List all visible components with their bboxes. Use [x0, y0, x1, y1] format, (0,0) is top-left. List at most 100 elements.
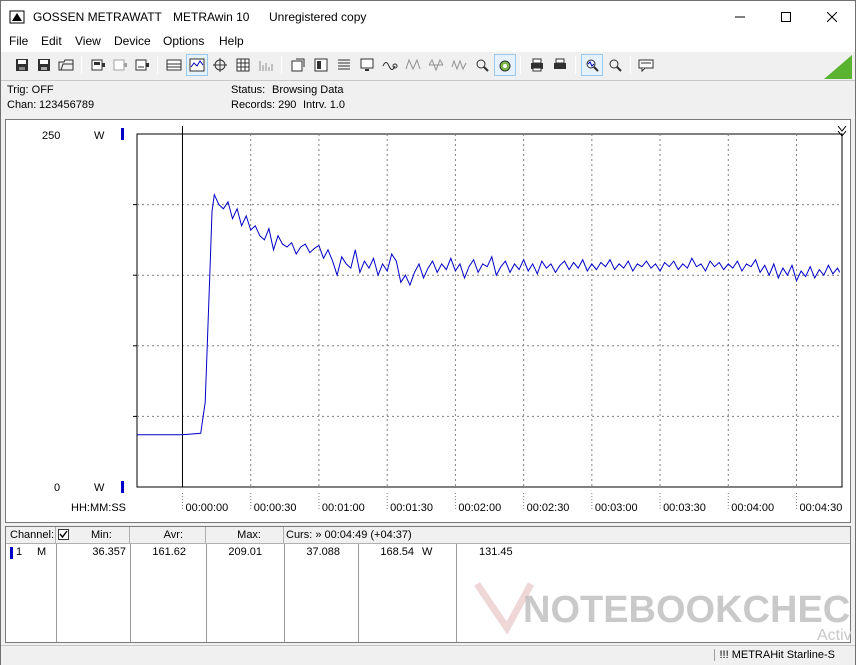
menu-device[interactable]: Device — [114, 34, 151, 48]
column-divider — [56, 544, 57, 642]
max-value: 209.01 — [228, 546, 262, 558]
y-min-label: 0 — [54, 482, 60, 494]
save-as-icon[interactable] — [33, 54, 55, 76]
y-scale-marker-bottom — [121, 481, 124, 493]
status-value: Browsing Data — [272, 84, 344, 96]
column-divider — [130, 544, 131, 642]
maximize-button[interactable] — [763, 1, 809, 32]
comment-icon[interactable] — [635, 54, 657, 76]
unit-label: W — [422, 546, 433, 558]
header-avr: Avr: — [130, 527, 206, 544]
trigger-status: Trig: OFF — [7, 84, 54, 96]
device-icon[interactable] — [87, 54, 109, 76]
title-license: Unregistered copy — [269, 10, 367, 24]
toolbar-separator — [630, 56, 631, 74]
min-value: 36.357 — [92, 546, 126, 558]
monitor-icon[interactable] — [356, 54, 378, 76]
target-icon[interactable] — [494, 54, 516, 76]
toolbar-separator — [575, 56, 576, 74]
menu-help[interactable]: Help — [219, 34, 244, 48]
channel-number[interactable]: 1 — [16, 546, 22, 558]
open-icon[interactable] — [55, 54, 77, 76]
bars-icon[interactable] — [255, 54, 277, 76]
toolbar-separator — [281, 56, 282, 74]
signal-icon[interactable] — [379, 54, 401, 76]
app-logo-icon — [9, 10, 25, 24]
export-icon[interactable] — [287, 54, 309, 76]
x-tick-label: 00:02:30 — [527, 502, 570, 514]
x-tick-label: 00:02:00 — [458, 502, 501, 514]
zoom-reset-icon[interactable] — [604, 54, 626, 76]
toolbar-separator — [157, 56, 158, 74]
y-unit-bottom: W — [94, 482, 105, 494]
menu-edit[interactable]: Edit — [41, 34, 62, 48]
column-divider — [456, 544, 457, 642]
x-axis-label: HH:MM:SS — [71, 502, 126, 514]
toolbar-separator — [520, 56, 521, 74]
menu-options[interactable]: Options — [163, 34, 204, 48]
x-tick-label: 00:01:30 — [390, 502, 433, 514]
avr-value: 161.62 — [152, 546, 186, 558]
channel-mode: M — [37, 546, 47, 558]
scale-b-icon[interactable] — [425, 54, 447, 76]
header-channel: Channel: — [6, 527, 56, 544]
menu-view[interactable]: View — [75, 34, 101, 48]
x-tick-label: 00:03:30 — [663, 502, 706, 514]
menu-bar: File Edit View Device Options Help — [1, 32, 855, 52]
chart-canvas[interactable]: 00:00:00 00:00:30 00:01:00 00:01:30 00:02:00… — [6, 120, 850, 522]
cursor-value-2: 168.54 — [380, 546, 414, 558]
close-button[interactable] — [809, 1, 855, 32]
maximize-icon — [781, 11, 791, 22]
scale-c-icon[interactable] — [448, 54, 470, 76]
list-icon[interactable] — [333, 54, 355, 76]
zoom-wave-icon[interactable] — [581, 54, 603, 76]
device-status: !!! METRAHit Starline-S — [714, 649, 835, 661]
header-channel-checkbox[interactable]: Min: — [56, 527, 130, 544]
cursor-icon[interactable] — [209, 54, 231, 76]
column-divider — [206, 544, 207, 642]
x-tick-label: 00:04:30 — [800, 502, 843, 514]
x-tick-label: 00:01:00 — [322, 502, 365, 514]
grid-icon[interactable] — [232, 54, 254, 76]
menu-file[interactable]: File — [9, 34, 28, 48]
cursor-value: 37.088 — [306, 546, 340, 558]
x-tick-label: 00:00:30 — [254, 502, 297, 514]
device-disabled-icon[interactable] — [109, 54, 131, 76]
scale-a-icon[interactable] — [402, 54, 424, 76]
table-view-icon[interactable] — [163, 54, 185, 76]
status-label: Status: — [231, 84, 266, 96]
print-table-icon[interactable] — [310, 54, 332, 76]
column-divider — [358, 544, 359, 642]
title-app: METRAwin 10 — [173, 10, 250, 24]
checkbox-icon[interactable] — [58, 529, 69, 540]
power-chart[interactable]: 00:00:00 00:00:30 00:01:00 00:01:30 00:02:00… — [5, 119, 851, 523]
device-read-icon[interactable] — [131, 54, 153, 76]
title-bar: GOSSEN METRAWATT METRAwin 10 Unregistere… — [1, 1, 855, 32]
print-preview-icon[interactable] — [549, 54, 571, 76]
zoom-icon[interactable] — [471, 54, 493, 76]
records-count: Records: 290 — [231, 99, 297, 111]
status-triangle-icon — [824, 55, 852, 79]
status-bar: !!! METRAHit Starline-S — [1, 645, 855, 665]
y-unit-top: W — [94, 130, 105, 142]
chart-view-icon[interactable] — [186, 54, 208, 76]
header-cursor: Curs: » 00:04:49 (+04:37) — [284, 527, 850, 544]
channel-value: 123456789 — [39, 99, 95, 111]
channel-label: Chan: — [7, 99, 37, 111]
print-icon[interactable] — [526, 54, 548, 76]
close-icon — [827, 11, 837, 22]
header-max: Max: — [206, 527, 284, 544]
channel-color-marker — [10, 547, 13, 559]
measurement-table: Channel: Min: Avr: Max: Curs: » 00:04:49… — [5, 526, 851, 643]
cursor-value-3: 131.45 — [479, 546, 513, 558]
minimize-button[interactable] — [717, 1, 763, 32]
x-tick-label: 00:00:00 — [185, 502, 228, 514]
plot-area — [136, 133, 843, 488]
toolbar — [1, 53, 855, 79]
x-tick-label: 00:03:00 — [595, 502, 638, 514]
interval-value: Intrv. 1.0 — [303, 99, 345, 111]
save-icon[interactable] — [11, 54, 33, 76]
column-divider — [284, 544, 285, 642]
app-window: GOSSEN METRAWATT METRAwin 10 Unregistere… — [0, 0, 856, 665]
x-tick-label: 00:04:00 — [731, 502, 774, 514]
